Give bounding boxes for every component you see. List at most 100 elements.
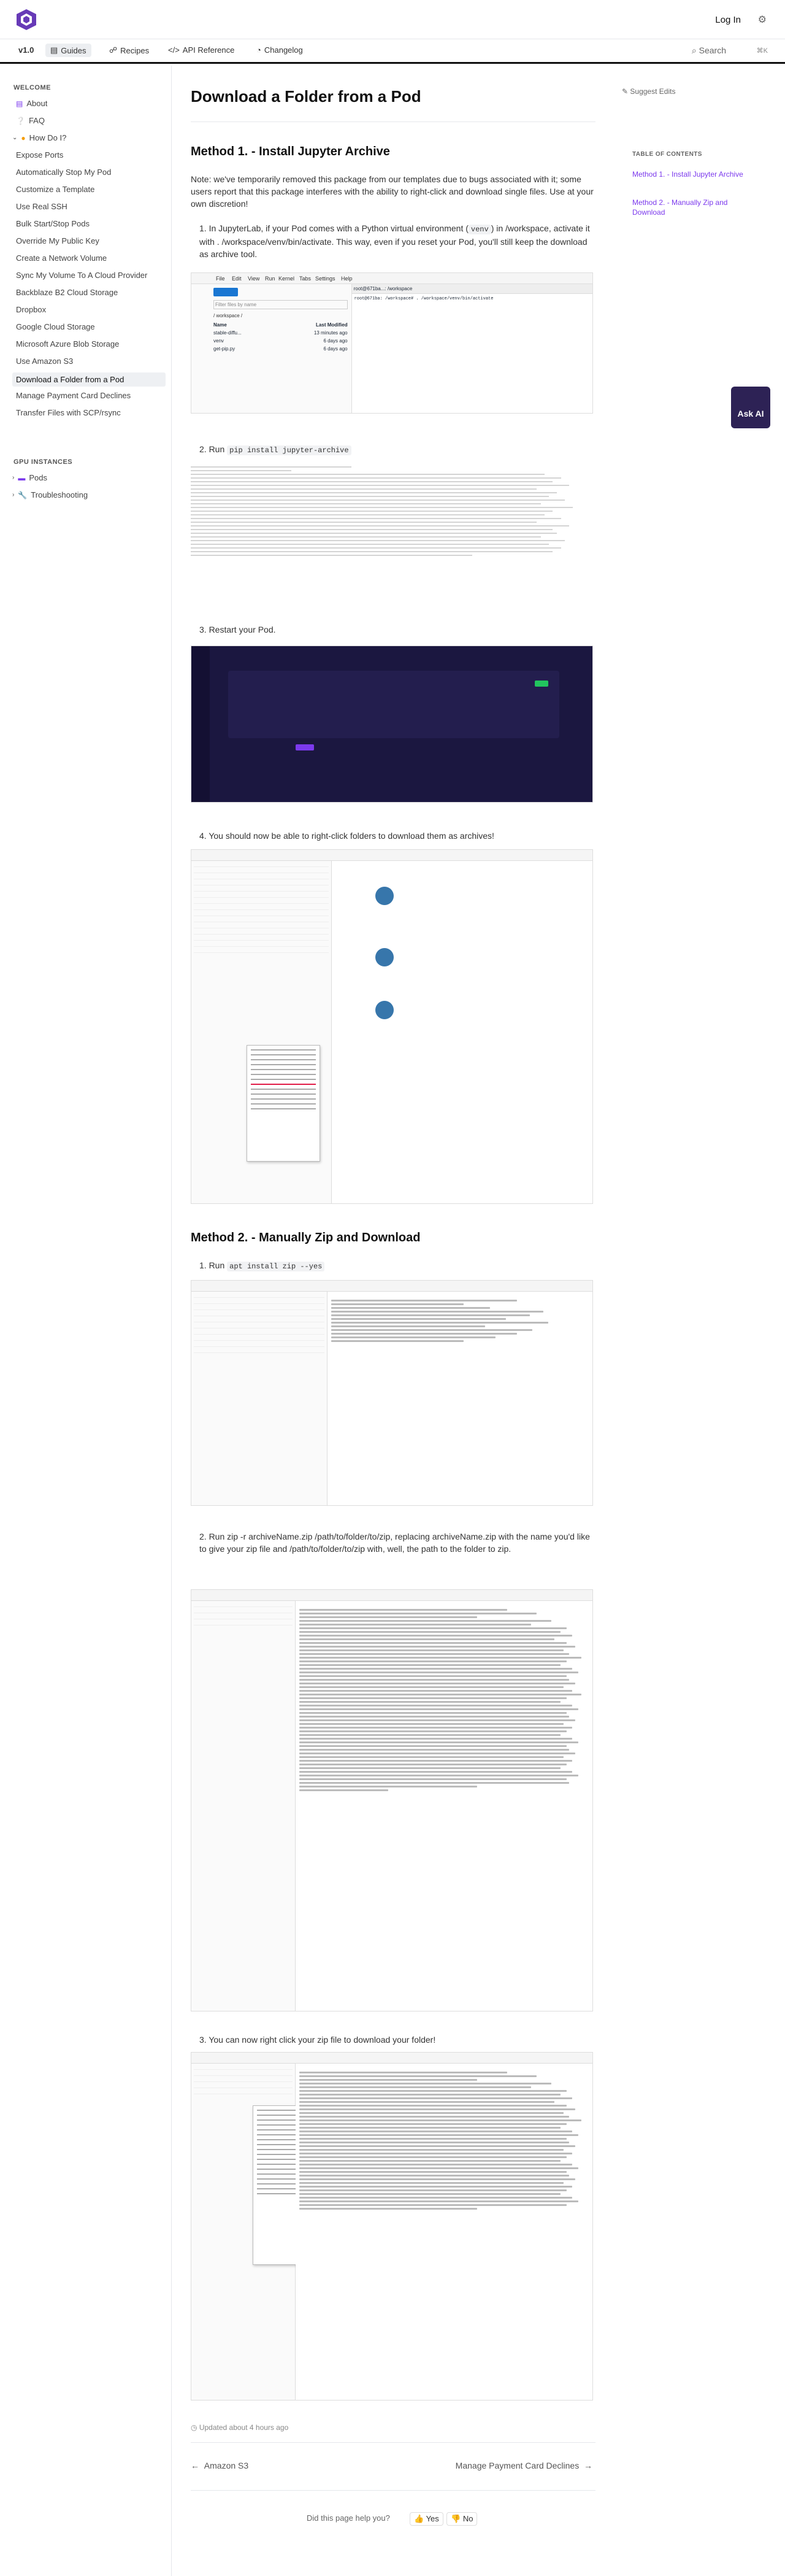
helpful-yes-label: Yes [426, 2514, 439, 2523]
sidebar-item-label: Troubleshooting [31, 490, 88, 499]
sidebar-item-about[interactable]: ▤ About [16, 99, 47, 108]
helpful-yes-button[interactable]: 👍 Yes [410, 2512, 443, 2526]
sidebar-item-label: About [26, 99, 48, 108]
method1-heading: Method 1. - Install Jupyter Archive [191, 145, 390, 158]
jupyter-filebrowser: Filter files by name / workspace / Name L… [191, 284, 352, 413]
helpful-no-label: No [462, 2514, 473, 2523]
version-select[interactable]: v1.0 [18, 45, 34, 55]
filter-input: Filter files by name [213, 300, 348, 309]
jupyter-menubar: File Edit View Run Kernel Tabs Settings … [191, 273, 592, 284]
prev-page-link[interactable]: ← Amazon S3 [191, 2461, 248, 2470]
m2-step1-code: apt install zip --yes [227, 1262, 325, 1271]
file-row: venv 6 days ago [213, 338, 348, 344]
apt-install-screenshot [191, 1280, 593, 1506]
menu-kernel: Kernel [278, 276, 295, 282]
sidebar-item-payment-declines[interactable]: Manage Payment Card Declines [16, 391, 131, 400]
sidebar-item-faq[interactable]: ❔ FAQ [16, 116, 45, 125]
sidebar-item-override-key[interactable]: Override My Public Key [16, 236, 99, 245]
file-mod: 13 minutes ago [313, 330, 348, 336]
file-mod: 6 days ago [323, 346, 348, 352]
sidebar-item-pods[interactable]: › ▬ Pods [12, 473, 47, 482]
right-click-zip-screenshot [191, 2052, 593, 2401]
next-page-link[interactable]: Manage Payment Card Declines → [433, 2461, 592, 2470]
terminal-4 [296, 1601, 592, 2011]
doc-icon: ▤ [16, 99, 23, 108]
filebrowser-3 [191, 1292, 328, 1505]
tab-changelog[interactable]: ◔ Changelog [256, 45, 303, 55]
sidebar-item-azure[interactable]: Microsoft Azure Blob Storage [16, 339, 119, 349]
sidebar-item-sync-volume[interactable]: Sync My Volume To A Cloud Provider [16, 271, 147, 280]
sidebar-item-troubleshooting[interactable]: › 🔧 Troubleshooting [12, 490, 88, 499]
menu-settings: Settings [315, 276, 335, 282]
jupyter-menubar-4 [191, 1590, 592, 1601]
suggest-edits-label: Suggest Edits [630, 87, 676, 96]
sidebar-item-expose-ports[interactable]: Expose Ports [16, 150, 63, 160]
wrench-icon: 🔧 [18, 490, 28, 499]
sidebar-item-bulk-start-stop[interactable]: Bulk Start/Stop Pods [16, 219, 90, 228]
sidebar-section-gpu: GPU INSTANCES [13, 458, 73, 466]
edit-icon: ✎ [622, 87, 629, 96]
ask-ai-button[interactable]: Ask AI [731, 387, 770, 428]
step4-text: 4. You should now be able to right-click… [199, 831, 494, 841]
file-header: Name Last Modified [213, 322, 348, 328]
sidebar-item-how-do-i[interactable]: ⌄ ● How Do I? [12, 133, 66, 142]
menu-file: File [216, 276, 225, 282]
m2-step1-text-a: 1. Run [199, 1260, 228, 1270]
sidebar-item-label: Pods [29, 473, 47, 482]
step1-code: venv [468, 225, 491, 234]
jupyter-menubar-3 [191, 1281, 592, 1292]
question-icon: ❔ [16, 116, 25, 125]
search-shortcut: ⌘K [756, 47, 768, 55]
page-title: Download a Folder from a Pod [191, 87, 421, 106]
sidebar-item-real-ssh[interactable]: Use Real SSH [16, 202, 67, 211]
step2-text: 2. Run pip install jupyter-archive [199, 443, 592, 457]
col-modified: Last Modified [316, 322, 348, 328]
jupyter-terminal: root@671ba...: /workspace root@671ba: /w… [351, 284, 592, 413]
sidebar-item-scp-rsync[interactable]: Transfer Files with SCP/rsync [16, 408, 121, 417]
top-header: Log In ⚙ [0, 0, 785, 39]
tab-api-label: API Reference [182, 45, 235, 55]
version-label: v1.0 [18, 45, 34, 55]
runpod-logo[interactable] [16, 9, 37, 31]
suggest-edits-link[interactable]: ✎ Suggest Edits [622, 87, 675, 96]
menu-tabs: Tabs [299, 276, 312, 282]
m2-step1-text: 1. Run apt install zip --yes [199, 1259, 592, 1273]
sidebar-item-network-volume[interactable]: Create a Network Volume [16, 253, 107, 263]
jupyter-menubar-5 [191, 2053, 592, 2064]
chevron-right-icon: › [12, 492, 15, 498]
search-input[interactable]: ⌕ Search [692, 45, 726, 56]
helpful-no-button[interactable]: 👎 No [446, 2512, 478, 2526]
tab-recipes[interactable]: ☍ Recipes [109, 45, 149, 55]
python-icon [375, 948, 394, 966]
arrow-left-icon: ← [191, 2461, 199, 2470]
sidebar-item-dropbox[interactable]: Dropbox [16, 305, 46, 314]
new-launcher-button [213, 288, 238, 296]
sidebar: WELCOME ▤ About ❔ FAQ ⌄ ● How Do I? Expose P… [0, 66, 172, 2576]
login-link[interactable]: Log In [715, 15, 741, 25]
arrow-right-icon: → [584, 2461, 592, 2470]
thumbs-up-icon: 👍 [414, 2514, 424, 2523]
breadcrumb-path: / workspace / [213, 313, 243, 318]
sidebar-item-backblaze[interactable]: Backblaze B2 Cloud Storage [16, 288, 118, 297]
toc-item-method1[interactable]: Method 1. - Install Jupyter Archive [632, 169, 761, 179]
divider [191, 2490, 595, 2491]
tab-guides[interactable]: ▤ Guides [45, 44, 91, 57]
tab-guides-label: Guides [61, 45, 86, 55]
menu-view: View [248, 276, 260, 282]
sidebar-item-s3[interactable]: Use Amazon S3 [16, 357, 73, 366]
file-row: stable-diffu... 13 minutes ago [213, 330, 348, 336]
tab-api-reference[interactable]: </> API Reference [168, 45, 234, 55]
sidebar-item-customize-template[interactable]: Customize a Template [16, 185, 94, 194]
sidebar-item-download-folder[interactable]: Download a Folder from a Pod [12, 372, 166, 387]
settings-gear-icon[interactable]: ⚙ [758, 13, 767, 26]
toc-item-method2[interactable]: Method 2. - Manually Zip and Download [632, 198, 761, 217]
file-row: get-pip.py 6 days ago [213, 346, 348, 352]
sidebar-item-gcs[interactable]: Google Cloud Storage [16, 322, 95, 331]
sidebar-item-auto-stop[interactable]: Automatically Stop My Pod [16, 168, 111, 177]
search-placeholder: Search [699, 45, 726, 55]
divider [191, 121, 595, 122]
helpful-prompt: Did this page help you? [307, 2513, 390, 2523]
thinking-icon: ● [21, 133, 26, 142]
terminal-5 [296, 2064, 592, 2400]
recipe-icon: ☍ [109, 45, 118, 55]
